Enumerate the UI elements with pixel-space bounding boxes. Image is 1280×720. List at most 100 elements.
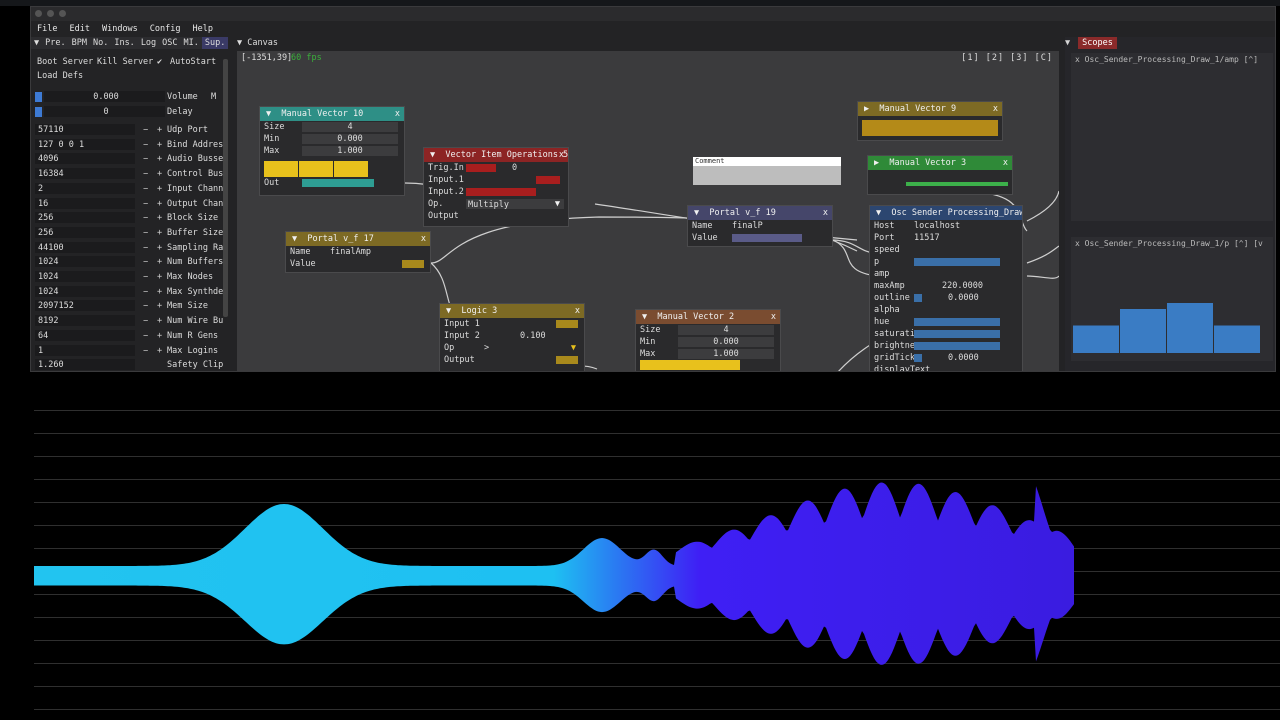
- trig-value[interactable]: 0: [512, 162, 517, 174]
- node-header[interactable]: ▼ Manual Vector 2x: [636, 310, 780, 324]
- increment-button[interactable]: +: [157, 330, 162, 342]
- node-header[interactable]: ▼ Vector Item Operations 5x: [424, 148, 568, 162]
- scope-amp[interactable]: x Osc_Sender_Processing_Draw_1/amp [^]: [1071, 53, 1273, 221]
- param-field[interactable]: 44100: [35, 241, 135, 253]
- node-osc-sender[interactable]: ▼ Osc Sender Processing_Draw×1 Host local…: [869, 205, 1023, 371]
- param-field[interactable]: 2097152: [35, 300, 135, 312]
- increment-button[interactable]: +: [157, 345, 162, 357]
- close-icon[interactable]: x: [395, 107, 400, 121]
- param-field[interactable]: 2: [35, 182, 135, 194]
- node-manual-vector-2[interactable]: ▼ Manual Vector 2x Size 4 Min 0.000 Max 1.0…: [635, 309, 781, 371]
- close-icon[interactable]: x: [993, 102, 998, 116]
- increment-button[interactable]: +: [157, 168, 162, 180]
- param-field[interactable]: 256: [35, 226, 135, 238]
- node-manual-vector-3[interactable]: ▶ Manual Vector 3x: [867, 155, 1013, 195]
- node-vector-item-operations-5[interactable]: ▼ Vector Item Operations 5x Trig.In 0 Inp…: [423, 147, 569, 227]
- decrement-button[interactable]: −: [143, 286, 148, 298]
- node-header[interactable]: ▶ Manual Vector 9x: [858, 102, 1002, 116]
- decrement-button[interactable]: −: [143, 256, 148, 268]
- decrement-button[interactable]: −: [143, 227, 148, 239]
- menu-edit[interactable]: Edit: [63, 23, 95, 35]
- scope-p[interactable]: x Osc_Sender_Processing_Draw_1/p [^] [v: [1071, 237, 1273, 361]
- node-manual-vector-9[interactable]: ▶ Manual Vector 9x: [857, 101, 1003, 141]
- load-defs-button[interactable]: Load Defs: [37, 71, 83, 81]
- canvas-menu-icon[interactable]: ▼: [237, 38, 247, 48]
- chevron-down-icon[interactable]: ▼: [555, 198, 560, 210]
- host-field[interactable]: localhost: [914, 220, 960, 232]
- node-header[interactable]: ▼ Logic 3x: [440, 304, 584, 318]
- comment-box[interactable]: Comment: [693, 157, 841, 185]
- close-icon[interactable]: x: [421, 232, 426, 246]
- param-bar[interactable]: [914, 294, 922, 302]
- tab-presets[interactable]: Pre.: [42, 37, 68, 49]
- node-canvas[interactable]: [-1351,39] 60 fps [1] [2] [3] [C] ▼ Manu…: [237, 51, 1059, 371]
- slider-field[interactable]: 0: [44, 105, 165, 117]
- decrement-button[interactable]: −: [143, 315, 148, 327]
- close-icon[interactable]: x: [771, 310, 776, 324]
- tab-log[interactable]: Log: [138, 37, 159, 49]
- maximize-window-icon[interactable]: [59, 10, 66, 17]
- increment-button[interactable]: +: [157, 286, 162, 298]
- chevron-down-icon[interactable]: ▼: [571, 342, 576, 354]
- name-field[interactable]: finalAmp: [330, 246, 371, 258]
- menu-file[interactable]: File: [31, 23, 63, 35]
- vector-slider[interactable]: [640, 360, 740, 370]
- decrement-button[interactable]: −: [143, 124, 148, 136]
- tab-nodes[interactable]: No.: [90, 37, 111, 49]
- increment-button[interactable]: +: [157, 139, 162, 151]
- close-icon[interactable]: x: [575, 304, 580, 318]
- increment-button[interactable]: +: [157, 242, 162, 254]
- param-field[interactable]: 1024: [35, 256, 135, 268]
- vector-slider[interactable]: [299, 161, 333, 177]
- decrement-button[interactable]: −: [143, 198, 148, 210]
- node-header[interactable]: ▶ Manual Vector 3x: [868, 156, 1012, 170]
- menu-windows[interactable]: Windows: [96, 23, 144, 35]
- port-field[interactable]: 11517: [914, 232, 940, 244]
- decrement-button[interactable]: −: [143, 271, 148, 283]
- canvas-tab[interactable]: ▼ Canvas: [237, 37, 278, 49]
- scopes-tab[interactable]: ▼ Scopes: [1065, 37, 1117, 49]
- vector-sliders[interactable]: [264, 159, 404, 177]
- boot-server-button[interactable]: Boot Server: [37, 57, 93, 67]
- panel-scrollbar[interactable]: [223, 59, 228, 317]
- increment-button[interactable]: +: [157, 198, 162, 210]
- decrement-button[interactable]: −: [143, 212, 148, 224]
- tab-supercollider[interactable]: Sup.: [201, 37, 229, 49]
- close-icon[interactable]: x: [559, 148, 564, 162]
- node-portal-vf-19[interactable]: ▼ Portal v_f 19 x Name finalP Value: [687, 205, 833, 247]
- menu-help[interactable]: Help: [187, 23, 219, 35]
- scopes-menu-icon[interactable]: ▼: [1065, 38, 1070, 48]
- tab-osc[interactable]: OSC: [159, 37, 180, 49]
- param-field[interactable]: 16: [35, 197, 135, 209]
- node-manual-vector-10[interactable]: ▼ Manual Vector 10 x Size 4 Min 0.000 Max 1.…: [259, 106, 405, 196]
- node-portal-vf-17[interactable]: ▼ Portal v_f 17 x Name finalAmp Value: [285, 231, 431, 273]
- close-icon[interactable]: x: [1075, 239, 1085, 248]
- increment-button[interactable]: +: [157, 124, 162, 136]
- vector-slider[interactable]: [334, 161, 368, 177]
- kill-server-button[interactable]: Kill Server: [97, 57, 153, 67]
- max-field[interactable]: 1.000: [302, 146, 398, 156]
- increment-button[interactable]: +: [157, 227, 162, 239]
- increment-button[interactable]: +: [157, 271, 162, 283]
- decrement-button[interactable]: −: [143, 300, 148, 312]
- maxamp-value[interactable]: 220.0000: [942, 280, 983, 292]
- param-field[interactable]: 64: [35, 329, 135, 341]
- node-header[interactable]: ▼ Osc Sender Processing_Draw×1: [870, 206, 1022, 220]
- increment-button[interactable]: +: [157, 300, 162, 312]
- outline-value[interactable]: 0.0000: [948, 292, 979, 304]
- op-dropdown[interactable]: >: [484, 342, 489, 354]
- name-field[interactable]: finalP: [732, 220, 763, 232]
- increment-button[interactable]: +: [157, 256, 162, 268]
- decrement-button[interactable]: −: [143, 330, 148, 342]
- param-field[interactable]: 8192: [35, 315, 135, 327]
- minimize-window-icon[interactable]: [47, 10, 54, 17]
- autostart-check-icon[interactable]: ✔: [157, 57, 162, 67]
- param-bar[interactable]: [914, 342, 1000, 350]
- param-bar[interactable]: [914, 258, 1000, 266]
- param-field[interactable]: 1024: [35, 271, 135, 282]
- decrement-button[interactable]: −: [143, 168, 148, 180]
- param-field[interactable]: 57110: [35, 124, 135, 135]
- param-bar[interactable]: [914, 330, 1000, 338]
- gridtick-value[interactable]: 0.0000: [948, 352, 979, 364]
- size-field[interactable]: 4: [302, 122, 398, 132]
